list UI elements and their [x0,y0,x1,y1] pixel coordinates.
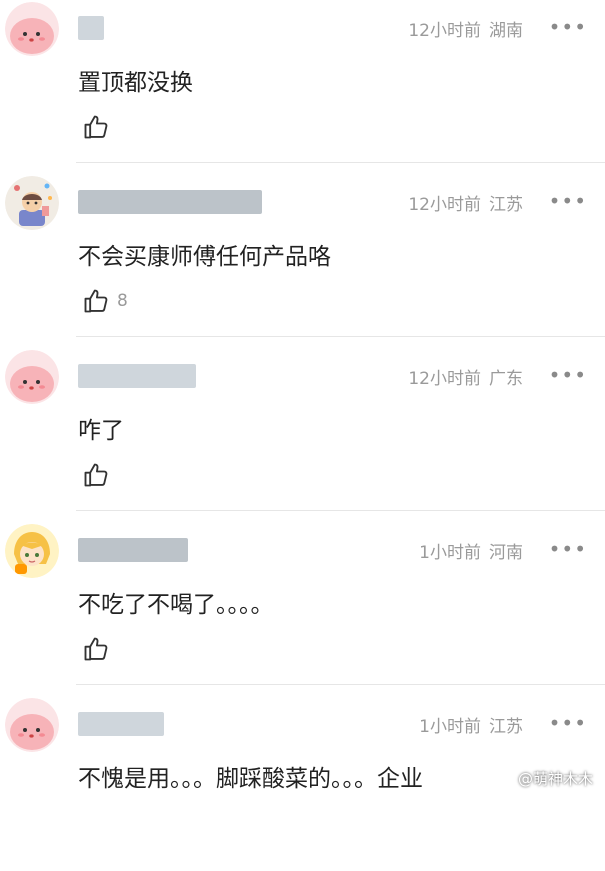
divider [76,684,605,685]
thumbs-up-icon [84,463,108,487]
user-avatar[interactable] [5,350,59,404]
blurred-username[interactable] [78,364,196,388]
comment-item: 1小时前 江苏 ••• 不愧是用。。。脚踩酸菜的。。。企业 [0,696,605,871]
comment-item: 12小时前 江苏 ••• 不会买康师傅任何产品咯 8 [0,174,605,349]
blurred-username[interactable] [78,712,164,736]
divider [76,336,605,337]
comment-item: 1小时前 河南 ••• 不吃了不喝了。。。。 [0,522,605,697]
blurred-username[interactable] [78,190,262,214]
watermark: @萌神木木 [517,770,593,788]
like-button[interactable] [82,460,117,490]
like-button[interactable]: 8 [82,286,128,316]
more-options-button[interactable]: ••• [549,189,587,213]
like-button[interactable] [82,112,117,142]
more-options-button[interactable]: ••• [549,711,587,735]
divider [76,162,605,163]
thumbs-up-icon [84,637,108,661]
user-avatar[interactable] [5,2,59,56]
user-avatar[interactable] [5,524,59,578]
comment-text: 不吃了不喝了。。。。 [78,592,274,618]
more-options-button[interactable]: ••• [549,363,587,387]
comment-location: 江苏 [489,717,523,737]
comment-time: 1小时前 [419,543,481,563]
comment-meta: 12小时前 江苏 [408,190,523,215]
comment-meta: 12小时前 广东 [408,364,523,389]
comment-time: 12小时前 [408,195,481,215]
like-button[interactable] [82,634,117,664]
comment-location: 江苏 [489,195,523,215]
comment-time: 12小时前 [408,21,481,41]
blurred-username[interactable] [78,16,104,40]
more-options-button[interactable]: ••• [549,15,587,39]
comment-item: 12小时前 广东 ••• 咋了 [0,348,605,523]
thumbs-up-icon [84,115,108,139]
comment-location: 广东 [489,369,523,389]
comment-text: 置顶都没换 [78,70,193,96]
divider [76,510,605,511]
comment-location: 河南 [489,543,523,563]
comment-location: 湖南 [489,21,523,41]
like-count: 8 [117,291,128,311]
comment-text: 不会买康师傅任何产品咯 [78,244,331,270]
user-avatar[interactable] [5,176,59,230]
blurred-username[interactable] [78,538,188,562]
comment-text: 不愧是用。。。脚踩酸菜的。。。企业 [78,766,423,792]
comment-item: 12小时前 湖南 ••• 置顶都没换 [0,0,605,175]
more-options-button[interactable]: ••• [549,537,587,561]
comment-meta: 1小时前 江苏 [419,712,523,737]
thumbs-up-icon [84,289,108,313]
comment-meta: 1小时前 河南 [419,538,523,563]
comment-time: 12小时前 [408,369,481,389]
user-avatar[interactable] [5,698,59,752]
comment-text: 咋了 [78,418,124,444]
comment-time: 1小时前 [419,717,481,737]
comment-meta: 12小时前 湖南 [408,16,523,41]
